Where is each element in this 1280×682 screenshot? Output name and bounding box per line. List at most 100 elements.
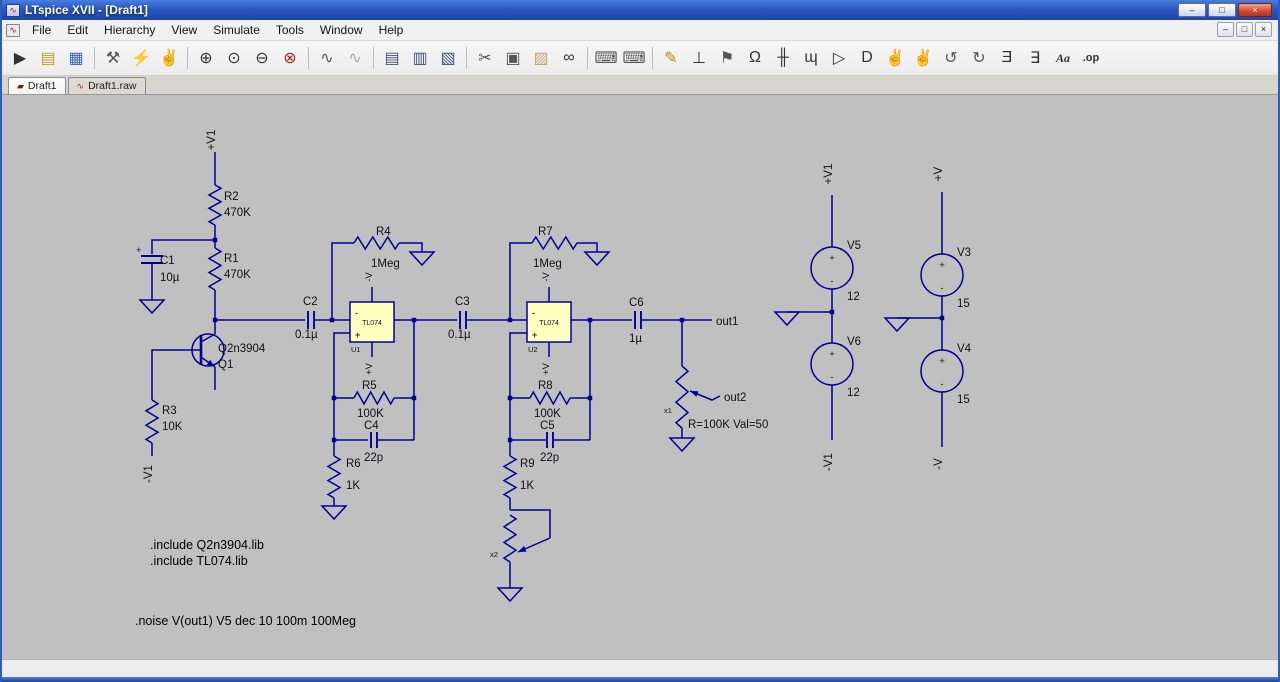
v6-minus-mark: -: [830, 372, 833, 383]
minimize-button[interactable]: –: [1178, 3, 1206, 17]
inductor-icon[interactable]: ɰ: [797, 45, 825, 71]
mdi-close-button[interactable]: ×: [1255, 22, 1272, 37]
text-icon[interactable]: Aa: [1049, 45, 1077, 71]
wiper-arrow-x2: [518, 546, 527, 552]
r5-value: 100K: [357, 408, 384, 420]
v3-value: 15: [957, 298, 970, 310]
component-icon[interactable]: D: [853, 45, 881, 71]
capacitor-c3: [459, 311, 467, 329]
directive-include-q2n3904: .include Q2n3904.lib: [150, 538, 264, 552]
mirror-icon[interactable]: ∃: [1021, 45, 1049, 71]
schematic-canvas[interactable]: - + TL074 U1 - + TL074 U2 + - + - + - + …: [2, 95, 1280, 659]
copy-icon[interactable]: ▣: [499, 45, 527, 71]
autorange-icon[interactable]: ∿: [341, 45, 369, 71]
tab-bar: ▰ Draft1 ∿ Draft1.raw: [2, 76, 1278, 95]
directive-include-tl074: .include TL074.lib: [150, 554, 248, 568]
c2-value: 0.1µ: [295, 329, 318, 341]
ltspice-window: ∿ LTspice XVII - [Draft1] – □ × ∿ File E…: [0, 0, 1280, 682]
menu-file[interactable]: File: [24, 21, 59, 39]
window-controls: – □ ×: [1178, 3, 1272, 17]
label-net-icon[interactable]: ⚑: [713, 45, 741, 71]
capacitor-icon[interactable]: ╫: [769, 45, 797, 71]
resistor-r4: [353, 235, 400, 251]
diode-icon[interactable]: ▷: [825, 45, 853, 71]
capacitor-c5: [546, 432, 554, 448]
v6-ref: V6: [847, 336, 861, 348]
close-button[interactable]: ×: [1238, 3, 1272, 17]
tab-draft1[interactable]: ▰ Draft1: [8, 77, 66, 94]
component-labels: R2 470K R1 470K C1 10µ + R3 10K Q2n3904 …: [136, 191, 972, 559]
pot1-value: R=100K Val=50: [688, 419, 768, 431]
mdi-child-icon[interactable]: ∿: [6, 23, 20, 37]
junctions: [212, 237, 945, 443]
schematic-editor[interactable]: - + TL074 U1 - + TL074 U2 + - + - + - + …: [2, 95, 1278, 659]
mdi-minimize-button[interactable]: –: [1217, 22, 1234, 37]
u1-minus-mark: -: [355, 308, 358, 318]
zoom-out-icon[interactable]: ⊖: [248, 45, 276, 71]
spice-directives[interactable]: .include Q2n3904.lib .include TL074.lib …: [135, 538, 356, 628]
cut-icon[interactable]: ✂: [471, 45, 499, 71]
menu-simulate[interactable]: Simulate: [205, 21, 268, 39]
r5-ref: R5: [362, 380, 377, 392]
zoom-in-icon[interactable]: ⊕: [192, 45, 220, 71]
capacitors[interactable]: [141, 255, 642, 448]
menu-hierarchy[interactable]: Hierarchy: [96, 21, 163, 39]
drag-icon[interactable]: ✌: [909, 45, 937, 71]
control-panel-icon[interactable]: ⚒: [99, 45, 127, 71]
save-icon[interactable]: ▦: [62, 45, 90, 71]
zoom-full-icon[interactable]: ⊗: [276, 45, 304, 71]
zoom-pan-icon[interactable]: ⊙: [220, 45, 248, 71]
run-icon[interactable]: ▶: [6, 45, 34, 71]
netlist-icon[interactable]: ▤: [378, 45, 406, 71]
halt-icon[interactable]: ✌: [155, 45, 183, 71]
menu-help[interactable]: Help: [371, 21, 412, 39]
paste-icon[interactable]: ▨: [527, 45, 555, 71]
plot-settings-icon[interactable]: ∿: [313, 45, 341, 71]
print-setup-icon[interactable]: ⌨: [620, 45, 648, 71]
find-icon[interactable]: ∞: [555, 45, 583, 71]
pot2-ref: x2: [490, 550, 498, 559]
v5-minus-mark: -: [830, 276, 833, 287]
menu-tools[interactable]: Tools: [268, 21, 312, 39]
resistors[interactable]: [144, 184, 690, 563]
tab-draft1-raw[interactable]: ∿ Draft1.raw: [67, 77, 146, 94]
q1-model: Q2n3904: [218, 343, 266, 355]
undo-icon[interactable]: ↺: [937, 45, 965, 71]
q1-ref: Q1: [218, 359, 233, 371]
c4-ref: C4: [364, 420, 379, 432]
c5-value: 22p: [540, 452, 559, 464]
print-icon[interactable]: ⌨: [592, 45, 620, 71]
window-bottom-border: [2, 677, 1278, 682]
ground-icon: [408, 251, 436, 267]
mdi-restore-button[interactable]: □: [1236, 22, 1253, 37]
v4-ref: V4: [957, 343, 972, 355]
open-icon[interactable]: ▤: [34, 45, 62, 71]
r3-ref: R3: [162, 405, 177, 417]
titlebar[interactable]: ∿ LTspice XVII - [Draft1] – □ ×: [2, 0, 1278, 20]
directive-noise: .noise V(out1) V5 dec 10 100m 100Meg: [135, 614, 356, 628]
menu-edit[interactable]: Edit: [59, 21, 96, 39]
r1-value: 470K: [224, 269, 251, 281]
spice-directive-icon[interactable]: .op: [1077, 45, 1105, 71]
maximize-button[interactable]: □: [1208, 3, 1236, 17]
schematic-tab-icon: ▰: [17, 80, 24, 91]
redo-icon[interactable]: ↻: [965, 45, 993, 71]
rotate-icon[interactable]: Ǝ: [993, 45, 1021, 71]
app-icon: ∿: [6, 3, 20, 17]
wire-icon[interactable]: ✎: [657, 45, 685, 71]
c1-ref: C1: [160, 255, 175, 267]
r4-value: 1Meg: [371, 258, 400, 270]
move-icon[interactable]: ✌: [881, 45, 909, 71]
resistor-icon[interactable]: Ω: [741, 45, 769, 71]
u1-vplus-flag: +V: [364, 362, 375, 375]
ground-icon: [583, 251, 611, 267]
ground-icon[interactable]: ⊥: [685, 45, 713, 71]
efficiency-report-icon[interactable]: ▧: [434, 45, 462, 71]
toolbar-separator: [587, 47, 588, 69]
c1-plus-mark: +: [136, 245, 142, 256]
bom-icon[interactable]: ▥: [406, 45, 434, 71]
menu-view[interactable]: View: [163, 21, 205, 39]
menu-window[interactable]: Window: [312, 21, 371, 39]
r9-value: 1K: [520, 480, 534, 492]
run-man-icon[interactable]: ⚡: [127, 45, 155, 71]
